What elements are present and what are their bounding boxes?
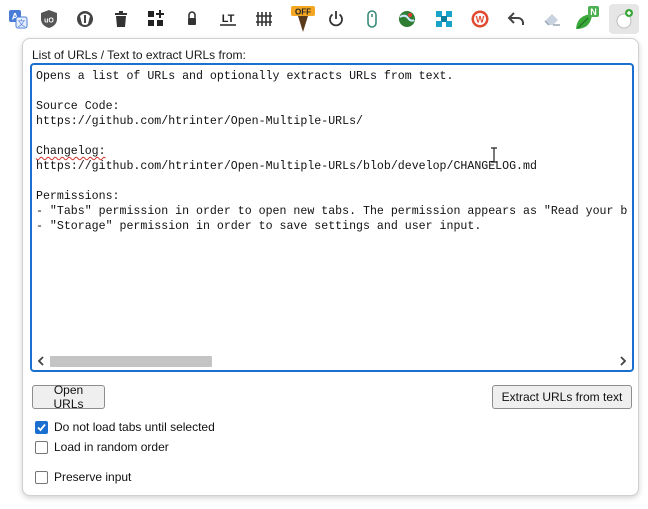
horizontal-scrollbar[interactable] [34, 353, 630, 369]
option-preserve-input[interactable]: Preserve input [35, 470, 131, 484]
power-icon[interactable] [321, 4, 351, 34]
w-circle-icon[interactable]: W [465, 4, 495, 34]
svg-text:OFF: OFF [295, 8, 311, 17]
trash-icon[interactable] [106, 4, 136, 34]
open-multiple-urls-popup: List of URLs / Text to extract URLs from… [22, 38, 639, 496]
option-lazy-load[interactable]: Do not load tabs until selected [35, 420, 215, 434]
scroll-right-icon[interactable] [616, 353, 630, 369]
ublock-icon[interactable]: uO [34, 4, 64, 34]
globe-icon[interactable] [392, 4, 422, 34]
random-order-checkbox[interactable] [35, 440, 48, 454]
svg-text:LT: LT [222, 13, 235, 25]
textarea-content[interactable]: Opens a list of URLs and optionally extr… [36, 69, 628, 350]
option-random-order[interactable]: Load in random order [35, 440, 169, 454]
scrollbar-thumb[interactable] [50, 356, 212, 367]
leaf-n-icon[interactable]: N [572, 4, 602, 34]
eraser-icon[interactable] [537, 4, 567, 34]
text-line: Source Code: [36, 100, 120, 113]
random-order-label: Load in random order [54, 440, 169, 454]
extract-urls-button[interactable]: Extract URLs from text [492, 385, 632, 409]
scroll-left-icon[interactable] [34, 353, 48, 369]
svg-text:文: 文 [18, 18, 26, 28]
fence-icon[interactable] [249, 4, 279, 34]
lock-icon[interactable] [177, 4, 207, 34]
preserve-input-checkbox[interactable] [35, 470, 48, 484]
text-line: https://github.com/htrinter/Open-Multipl… [36, 115, 363, 128]
urls-textarea[interactable]: Opens a list of URLs and optionally extr… [30, 63, 634, 372]
text-line: - "Storage" permission in order to save … [36, 220, 482, 233]
mouse-icon[interactable] [357, 4, 387, 34]
svg-text:W: W [476, 15, 485, 25]
preserve-input-label: Preserve input [54, 470, 132, 484]
puzzle-cross-icon[interactable] [429, 4, 459, 34]
text-line: - "Tabs" permission in order to open new… [36, 205, 628, 218]
extensions-toolbar: A文 uO LT OFF W N [0, 0, 648, 40]
open-multiple-urls-icon[interactable] [609, 4, 639, 34]
text-line: https://github.com/htrinter/Open-Multipl… [36, 160, 537, 173]
scrollbar-track[interactable] [50, 356, 614, 367]
svg-text:uO: uO [44, 18, 54, 25]
open-urls-button[interactable]: Open URLs [32, 383, 105, 411]
off-badge-icon[interactable]: OFF [288, 4, 318, 34]
text-line: Opens a list of URLs and optionally extr… [36, 70, 454, 83]
text-line: Permissions: [36, 190, 120, 203]
undo-arrow-icon[interactable] [501, 4, 531, 34]
lazy-load-label: Do not load tabs until selected [54, 420, 215, 434]
list-label: List of URLs / Text to extract URLs from… [32, 48, 246, 62]
lazy-load-checkbox[interactable] [35, 420, 48, 434]
text-line: Changelog: [36, 145, 106, 158]
grid-plus-icon[interactable] [141, 4, 171, 34]
languagetool-icon[interactable]: LT [213, 4, 243, 34]
text-cursor-icon [490, 147, 498, 168]
translate-icon[interactable]: A文 [3, 4, 33, 34]
svg-text:N: N [590, 7, 597, 17]
privacy-badger-icon[interactable] [70, 4, 100, 34]
